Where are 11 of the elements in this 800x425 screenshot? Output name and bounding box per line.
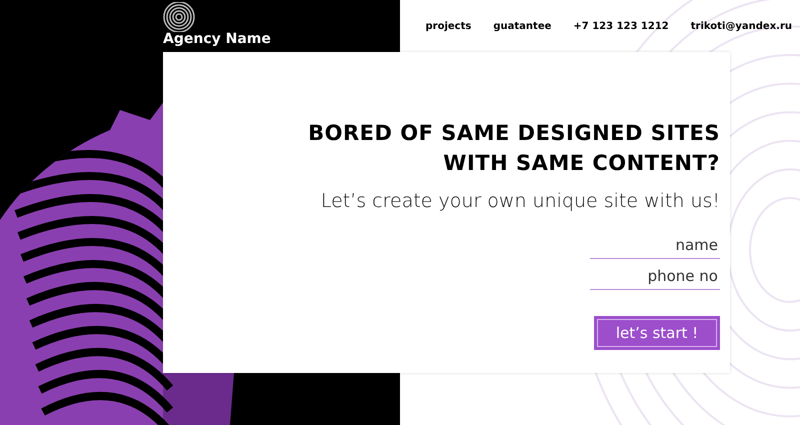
nav-link[interactable]: trikoti@yandex.ru: [690, 21, 792, 32]
agency-name-logo[interactable]: Agency Name: [163, 31, 271, 47]
input-field[interactable]: phone no: [590, 263, 720, 290]
fingerprint-icon: [162, 2, 196, 32]
nav-link[interactable]: projects: [426, 21, 472, 32]
nav-link[interactable]: guatantee: [493, 21, 552, 32]
subtitle: Let’s create your own unique site with us!: [320, 190, 720, 212]
input-field[interactable]: name: [590, 232, 720, 259]
headline: BORED OF SAME DESIGNED SITES WITH SAME CONTENT?: [308, 120, 720, 177]
nav-link[interactable]: +7 123 123 1212: [573, 21, 669, 32]
start-button[interactable]: let’s start !: [594, 316, 720, 350]
